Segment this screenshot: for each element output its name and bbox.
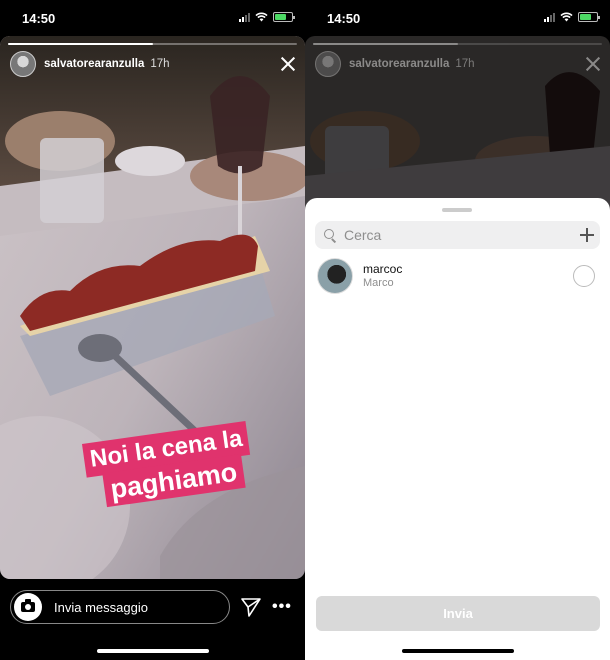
avatar bbox=[315, 51, 341, 77]
status-time-right: 14:50 bbox=[327, 11, 361, 26]
more-options-icon[interactable]: ••• bbox=[272, 598, 292, 616]
battery-icon bbox=[273, 12, 295, 22]
battery-icon bbox=[578, 12, 600, 22]
close-icon bbox=[584, 55, 602, 73]
status-bar: 14:50 bbox=[0, 0, 305, 36]
send-button[interactable]: Invia bbox=[316, 596, 600, 631]
reply-input[interactable]: Invia messaggio bbox=[10, 590, 230, 624]
select-contact-radio[interactable] bbox=[573, 265, 595, 287]
contact-handle: marcoc bbox=[363, 262, 403, 276]
status-time: 14:50 bbox=[22, 11, 56, 26]
reply-placeholder: Invia messaggio bbox=[54, 599, 148, 615]
signal-icon bbox=[544, 12, 555, 22]
close-icon[interactable] bbox=[279, 55, 297, 73]
status-icons-right bbox=[544, 12, 600, 22]
home-indicator bbox=[402, 649, 514, 653]
dimmed-progress-fill bbox=[313, 43, 458, 45]
dimmed-username: salvatorearanzulla bbox=[349, 58, 450, 70]
battery-fill bbox=[275, 14, 287, 20]
story-photo[interactable]: salvatorearanzulla 17h Noi la cena la pa… bbox=[0, 36, 305, 579]
wifi-icon bbox=[255, 12, 268, 22]
dimmed-story-header: salvatorearanzulla 17h bbox=[315, 50, 602, 78]
avatar[interactable] bbox=[10, 51, 36, 77]
dimmed-story-photo: salvatorearanzulla 17h bbox=[305, 36, 610, 211]
plus-icon[interactable] bbox=[580, 228, 594, 242]
contact-avatar bbox=[317, 258, 353, 294]
search-icon bbox=[324, 229, 336, 241]
direct-send-icon[interactable] bbox=[240, 597, 262, 617]
dimmed-progress-bar bbox=[313, 43, 602, 45]
share-screen: 14:50 salvatorearanzulla 17h Cerca marco… bbox=[305, 0, 610, 660]
home-indicator bbox=[97, 649, 209, 653]
search-input[interactable] bbox=[344, 227, 564, 243]
camera-button[interactable] bbox=[14, 593, 42, 621]
contact-name: Marco bbox=[363, 277, 394, 289]
wifi-icon bbox=[560, 12, 573, 22]
story-username[interactable]: salvatorearanzulla bbox=[44, 58, 144, 70]
list-item[interactable]: marcoc Marco bbox=[305, 256, 610, 298]
sheet-grabber[interactable] bbox=[442, 208, 472, 212]
signal-icon bbox=[239, 12, 250, 22]
status-icons bbox=[239, 12, 295, 22]
share-sheet: marcoc Marco Invia bbox=[305, 198, 610, 660]
camera-icon bbox=[21, 599, 35, 612]
story-progress-bar bbox=[8, 43, 297, 45]
story-header: salvatorearanzulla 17h bbox=[10, 50, 297, 78]
battery-fill bbox=[580, 14, 592, 20]
search-box[interactable] bbox=[315, 221, 600, 249]
story-progress-fill bbox=[8, 43, 153, 45]
story-viewer-screen: 14:50 salvatorearanzulla 17h Noi la cena… bbox=[0, 0, 305, 660]
story-time-ago: 17h bbox=[150, 58, 170, 70]
dimmed-time-ago: 17h bbox=[455, 58, 475, 70]
status-bar-right: 14:50 bbox=[305, 0, 610, 36]
